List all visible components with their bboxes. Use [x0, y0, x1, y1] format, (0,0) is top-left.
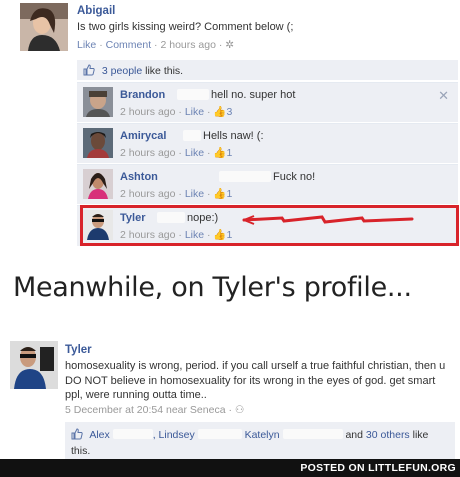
comment-meta: 2 hours ago · Like · 👍1 — [120, 188, 233, 200]
highlight-frame — [80, 205, 459, 246]
others-link[interactable]: 30 others — [366, 429, 410, 441]
comment-amirycal: Amirycal Hells naw! (: 2 hours ago · Lik… — [77, 123, 458, 163]
post-likes-bar: 3 people like this. — [77, 60, 458, 80]
profile-post-text: homosexuality is wrong, period. if you c… — [65, 360, 446, 401]
comment-author[interactable]: Brandon — [120, 89, 165, 101]
watermark-footer: POSTED ON LITTLEFUN.ORG — [0, 459, 460, 477]
comment-time[interactable]: 2 hours ago — [120, 188, 175, 200]
abigail-avatar[interactable] — [20, 3, 68, 51]
thumbs-up-icon — [71, 428, 83, 444]
privacy-gear-icon[interactable]: ✲ — [225, 39, 234, 51]
comment-brandon: Brandon hell no. super hot 2 hours ago ·… — [77, 82, 458, 122]
comment-text: Hells naw! (: — [203, 130, 264, 142]
and-text: and — [345, 429, 363, 441]
post-like-link[interactable]: Like — [77, 39, 96, 51]
comment-time[interactable]: 2 hours ago — [120, 147, 175, 159]
close-icon[interactable]: ✕ — [438, 88, 449, 104]
amirycal-avatar[interactable] — [83, 128, 113, 158]
redacted-surname — [219, 171, 271, 182]
comment-text: Fuck no! — [273, 171, 316, 183]
comment-meta: 2 hours ago · Like · 👍1 — [120, 147, 233, 159]
profile-post-location[interactable]: near Seneca — [166, 404, 226, 416]
thumbs-up-icon: 👍 — [213, 106, 227, 118]
profile-post-likes: Alex , Lindsey Katelyn and 30 others lik… — [65, 422, 455, 462]
friends-privacy-icon[interactable]: ⚇ — [235, 404, 244, 416]
comment-author[interactable]: Ashton — [120, 171, 158, 183]
comment-like-link[interactable]: Like — [185, 188, 204, 200]
redacted-surname — [197, 429, 242, 439]
liker-lindsey[interactable]: , Lindsey — [153, 429, 195, 441]
post-text: Is two girls kissing weird? Comment belo… — [77, 21, 294, 33]
profile-post-meta: 5 December at 20:54 near Seneca · ⚇ — [65, 404, 245, 416]
comment-time[interactable]: 2 hours ago — [120, 106, 175, 118]
comment-likes-count[interactable]: 👍3 — [213, 106, 232, 118]
likes-number: 1 — [226, 147, 233, 159]
comment-likes-count[interactable]: 👍1 — [213, 147, 232, 159]
redacted-surname — [177, 89, 209, 100]
post-meta: Like · Comment · 2 hours ago · ✲ — [77, 39, 235, 51]
brandon-avatar[interactable] — [83, 87, 113, 117]
likes-number: 3 — [226, 106, 233, 118]
profile-post-date[interactable]: 5 December at 20:54 — [65, 404, 163, 416]
comment-ashton: Ashton Fuck no! 2 hours ago · Like · 👍1 — [77, 164, 458, 204]
tyler-profile-avatar[interactable] — [10, 341, 58, 389]
thumbs-up-icon: 👍 — [213, 147, 227, 159]
redacted-surname — [112, 429, 153, 439]
redacted-surname — [183, 130, 201, 141]
profile-post-author[interactable]: Tyler — [65, 344, 92, 356]
thumbs-up-icon: 👍 — [213, 188, 227, 200]
comment-text: hell no. super hot — [211, 89, 296, 101]
post-time[interactable]: 2 hours ago — [160, 39, 215, 51]
thumbs-up-icon — [83, 64, 95, 79]
likes-count-link[interactable]: 3 people — [102, 65, 142, 77]
meanwhile-caption: Meanwhile, on Tyler's profile... — [13, 272, 412, 303]
comment-meta: 2 hours ago · Like · 👍3 — [120, 106, 233, 118]
comment-like-link[interactable]: Like — [185, 106, 204, 118]
post-comment-link[interactable]: Comment — [106, 39, 152, 51]
comment-likes-count[interactable]: 👍1 — [213, 188, 232, 200]
liker-katelyn[interactable]: Katelyn — [245, 429, 280, 441]
redacted-surname — [282, 429, 343, 439]
liker-alex[interactable]: Alex — [89, 429, 109, 441]
likes-number: 1 — [226, 188, 233, 200]
comment-author[interactable]: Amirycal — [120, 130, 166, 142]
likes-suffix: like this. — [145, 65, 184, 77]
post-author-name[interactable]: Abigail — [77, 5, 115, 17]
top-post: Abigail Is two girls kissing weird? Comm… — [0, 0, 460, 257]
ashton-avatar[interactable] — [83, 169, 113, 199]
comment-like-link[interactable]: Like — [185, 147, 204, 159]
